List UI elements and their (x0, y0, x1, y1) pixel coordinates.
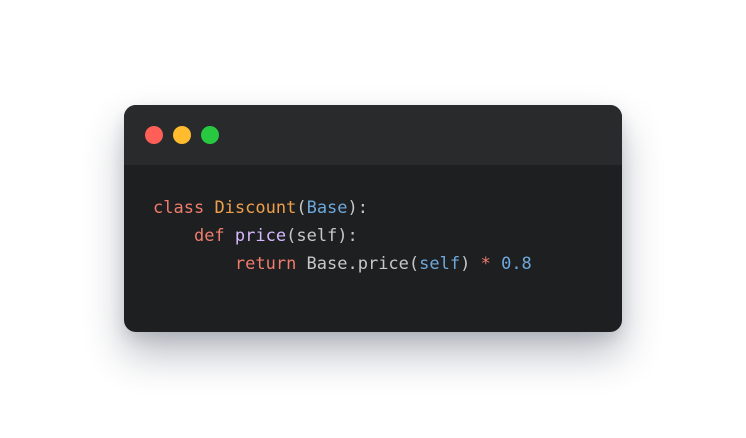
code-token: self (419, 254, 461, 274)
code-line: class Discount(Base): (153, 194, 532, 222)
code-token: def (193, 226, 225, 246)
code-line: return Base.price(self) * 0.8 (153, 250, 532, 278)
code-token: ( (296, 198, 307, 218)
code-token: * (480, 254, 491, 274)
code-token: class (153, 198, 205, 218)
code-line: def price(self): (153, 222, 532, 250)
maximize-button[interactable] (201, 126, 219, 144)
code-window: class Discount(Base): def price(self): r… (124, 105, 622, 332)
code-token: return (234, 254, 297, 274)
code-token: price (234, 226, 287, 246)
code-token: 0.8 (501, 254, 532, 274)
code-token: Discount (214, 198, 297, 218)
code-block: class Discount(Base): def price(self): r… (153, 194, 532, 278)
code-token: Base (306, 198, 348, 218)
code-token: Base.price( (296, 254, 420, 274)
code-token: ) (460, 254, 481, 274)
minimize-button[interactable] (173, 126, 191, 144)
title-bar (124, 105, 622, 165)
code-token: (self): (286, 226, 358, 246)
close-button[interactable] (145, 126, 163, 144)
code-token: ): (347, 198, 369, 218)
